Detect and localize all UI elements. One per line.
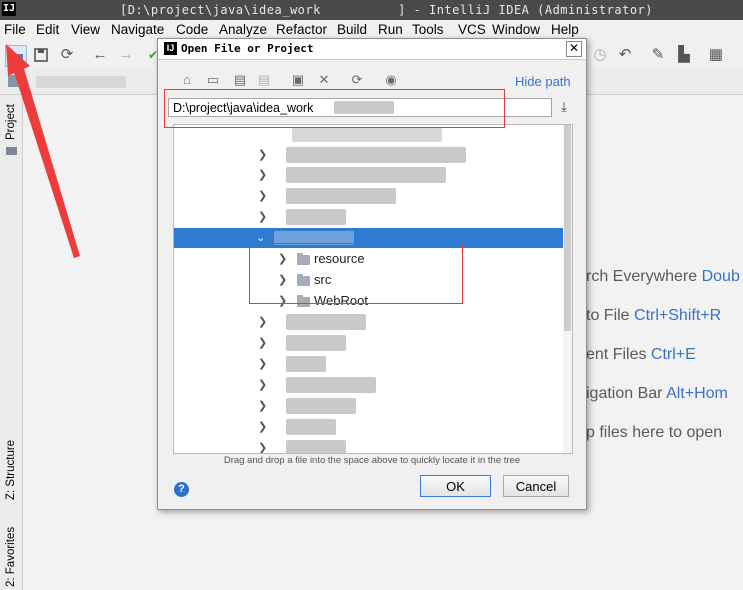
close-icon[interactable]: ✕ xyxy=(566,41,582,57)
tree-row[interactable]: ❯ xyxy=(174,207,572,227)
menu-build[interactable]: Build xyxy=(337,22,367,37)
menu-vcs[interactable]: VCS xyxy=(458,22,486,37)
tree-row[interactable]: ❯ xyxy=(174,145,572,165)
tree-row[interactable]: ❯ xyxy=(174,417,572,437)
menu-edit[interactable]: Edit xyxy=(36,22,59,37)
tree-row[interactable]: ❯ xyxy=(174,312,572,332)
hint-drop-files: p files here to open xyxy=(586,424,723,441)
desktop-icon[interactable]: ▭ xyxy=(204,71,222,89)
menu-window[interactable]: Window xyxy=(492,22,540,37)
menu-tools[interactable]: Tools xyxy=(412,22,444,37)
delete-icon[interactable]: ✕ xyxy=(315,71,333,89)
open-file-dialog: IJ Open File or Project ✕ ⌂ ▭ ▤ ▤ ▣ ✕ ⟳ … xyxy=(157,38,587,510)
tree-scrollbar[interactable] xyxy=(563,125,572,453)
back-icon[interactable]: ← xyxy=(90,45,110,65)
refresh-icon[interactable]: ⟳ xyxy=(348,71,366,89)
menu-navigate[interactable]: Navigate xyxy=(111,22,164,37)
home-icon[interactable]: ⌂ xyxy=(178,71,196,89)
forward-icon[interactable]: → xyxy=(116,45,136,65)
module-icon[interactable]: ▤ xyxy=(255,71,273,89)
wrench-icon[interactable]: ✎ xyxy=(648,45,668,65)
menu-analyze[interactable]: Analyze xyxy=(219,22,267,37)
tree-row[interactable]: ❯ xyxy=(174,438,572,453)
hide-path-link[interactable]: Hide path xyxy=(515,74,571,89)
show-hidden-icon[interactable]: ◉ xyxy=(382,71,400,89)
tree-row[interactable]: ❯ xyxy=(174,165,572,185)
hint-navigation-bar: igation Bar Alt+Hom xyxy=(586,385,728,402)
menu-refactor[interactable]: Refactor xyxy=(276,22,327,37)
tree-row[interactable]: ❯ xyxy=(174,354,572,374)
hint-recent-files: ent Files Ctrl+E xyxy=(586,346,696,363)
annotation-box-folders xyxy=(249,243,463,304)
window-title: [D:\project\java\idea_work ] - IntelliJ … xyxy=(120,3,653,17)
dialog-title: Open File or Project xyxy=(181,42,314,55)
dialog-title-bar: IJ Open File or Project ✕ xyxy=(158,39,586,60)
project-icon[interactable]: ▤ xyxy=(231,71,249,89)
tree-row[interactable]: ❯ xyxy=(174,186,572,206)
structure-tool-tab[interactable]: Z: Structure xyxy=(5,440,17,500)
revert-icon[interactable]: ↶ xyxy=(615,45,635,65)
annotation-arrow xyxy=(6,44,80,258)
tree-scrollbar-thumb[interactable] xyxy=(564,125,571,331)
menu-file[interactable]: File xyxy=(4,22,26,37)
favorites-tool-tab[interactable]: 2: Favorites xyxy=(5,527,17,587)
tree-row[interactable]: ❯ xyxy=(174,375,572,395)
sdk-icon[interactable]: ▦ xyxy=(706,45,726,65)
intellij-logo-icon: IJ xyxy=(164,42,177,55)
ok-button[interactable]: OK xyxy=(420,475,491,497)
menu-help[interactable]: Help xyxy=(551,22,579,37)
menu-code[interactable]: Code xyxy=(176,22,208,37)
new-folder-icon[interactable]: ▣ xyxy=(289,71,307,89)
annotation-box-path xyxy=(164,89,505,128)
tree-row[interactable]: ❯ xyxy=(174,333,572,353)
menu-run[interactable]: Run xyxy=(378,22,403,37)
history-icon[interactable]: ◷ xyxy=(590,45,610,65)
download-icon[interactable]: ⤓ xyxy=(557,99,571,115)
project-structure-icon[interactable]: ▙ xyxy=(674,45,694,65)
menu-bar: File Edit View Navigate Code Analyze Ref… xyxy=(0,20,743,40)
drag-drop-hint: Drag and drop a file into the space abov… xyxy=(223,455,521,466)
intellij-logo-icon: IJ xyxy=(2,2,16,16)
menu-view[interactable]: View xyxy=(71,22,100,37)
hint-goto-file: to File Ctrl+Shift+R xyxy=(586,307,722,324)
hint-search-everywhere: rch Everywhere Doub xyxy=(586,268,740,285)
cancel-button[interactable]: Cancel xyxy=(503,475,569,497)
tree-row[interactable]: ❯ xyxy=(174,396,572,416)
window-title-bar: IJ [D:\project\java\idea_work ] - Intell… xyxy=(0,0,743,20)
help-icon[interactable]: ? xyxy=(174,482,189,497)
